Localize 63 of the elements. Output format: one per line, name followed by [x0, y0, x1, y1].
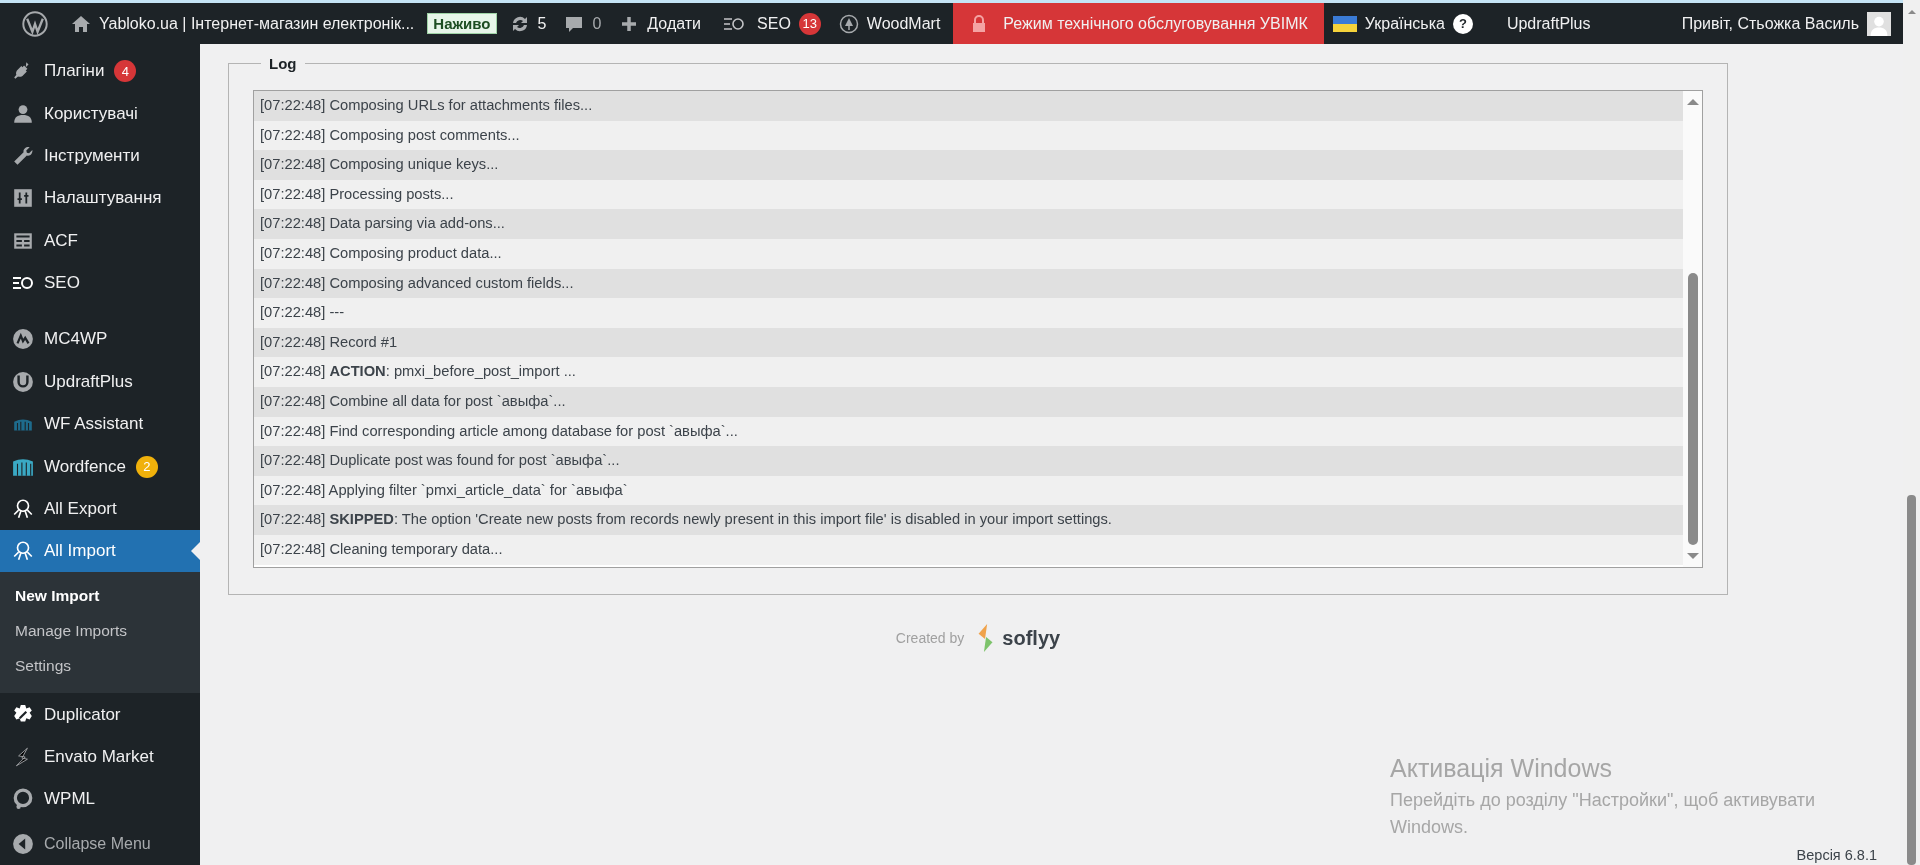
sliders-icon — [12, 187, 34, 210]
greeting: Привіт, Стьожка Василь — [1681, 14, 1859, 33]
flag-icon — [1332, 15, 1357, 32]
updates-count: 5 — [537, 14, 547, 33]
speech-bubble-icon — [12, 788, 34, 811]
menu-item[interactable]: ACF — [0, 219, 200, 262]
m-logo-icon — [12, 328, 34, 351]
woodmart-link[interactable]: WoodMart — [829, 3, 950, 44]
comments-link[interactable]: 0 — [555, 3, 611, 44]
updates-link[interactable]: 5 — [500, 3, 556, 44]
menu-item[interactable]: SEO — [0, 261, 200, 305]
seo-label: SEO — [757, 14, 791, 33]
collapse-icon — [12, 832, 34, 855]
menu-item[interactable]: WF Assistant — [0, 402, 200, 446]
created-by-label: Created by — [895, 630, 965, 646]
menu-item[interactable]: Envato Market — [0, 735, 200, 779]
menu-item[interactable]: All Export — [0, 487, 200, 531]
new-content-link[interactable]: Додати — [610, 3, 711, 44]
seo-link[interactable]: SEO 13 — [710, 3, 830, 44]
menu-item[interactable]: UpdraftPlus — [0, 360, 200, 403]
wordpress-logo-icon[interactable] — [22, 10, 48, 37]
submenu-item[interactable]: New Import — [0, 578, 200, 614]
language-label: Українська — [1364, 14, 1445, 33]
submenu-item[interactable]: Manage Imports — [0, 613, 200, 649]
help-icon: ? — [1452, 13, 1473, 34]
comments-count: 0 — [592, 14, 602, 33]
site-title: Yabloko.ua | Інтернет-магазин електронік... — [99, 14, 415, 33]
language-link[interactable]: Українська ? — [1323, 3, 1482, 44]
menu-item[interactable]: MC4WP — [0, 318, 200, 361]
menu-item[interactable]: Інструменти — [0, 134, 200, 178]
account-link[interactable]: Привіт, Стьожка Василь — [1672, 3, 1903, 44]
windows-activation-title: Активація Windows — [1390, 754, 1613, 783]
menu-item[interactable]: WPML — [0, 778, 200, 821]
new-label: Додати — [647, 14, 702, 33]
maintenance-mode-link[interactable]: Режим технічного обслуговування УВІМК — [953, 3, 1324, 44]
menu-item[interactable]: Wordfence 2 — [0, 445, 200, 488]
menu-item[interactable]: Налаштування — [0, 177, 200, 220]
user-icon — [12, 102, 34, 125]
brand-name: soflyy — [1002, 626, 1061, 650]
live-badge: Наживо — [427, 13, 497, 34]
windows-activation-text: Перейдіть до розділу "Настройки", щоб активувати Windows. — [1390, 789, 1817, 839]
octopus-icon — [12, 540, 34, 563]
menu-item[interactable]: Користувачі — [0, 92, 200, 135]
log-legend: Log — [261, 55, 305, 72]
notification-count: 13 — [798, 12, 821, 35]
woodmart-label: WoodMart — [866, 14, 941, 33]
count-badge: 4 — [114, 60, 137, 83]
menu-item[interactable]: Плагіни 4 — [0, 50, 200, 93]
menu-item[interactable]: Duplicator — [0, 693, 200, 736]
wrench-icon — [12, 144, 34, 167]
scrollbar[interactable] — [1683, 91, 1702, 567]
home-icon — [71, 13, 91, 34]
site-title-link[interactable]: Yabloko.ua | Інтернет-магазин електронік... — [62, 3, 424, 44]
version-text: Версія 6.8.1 — [1796, 847, 1877, 863]
submenu-item[interactable]: Settings — [0, 648, 200, 684]
updraft-logo-icon — [12, 370, 34, 393]
count-badge: 2 — [135, 455, 158, 478]
menu-item[interactable]: All Import — [0, 530, 200, 573]
collapse-menu-button[interactable]: Collapse Menu — [0, 822, 200, 865]
updraftplus-link[interactable]: UpdraftPlus — [1497, 3, 1600, 44]
avatar-icon — [1867, 11, 1891, 36]
tree-icon — [838, 13, 859, 34]
octopus-icon — [12, 497, 34, 520]
